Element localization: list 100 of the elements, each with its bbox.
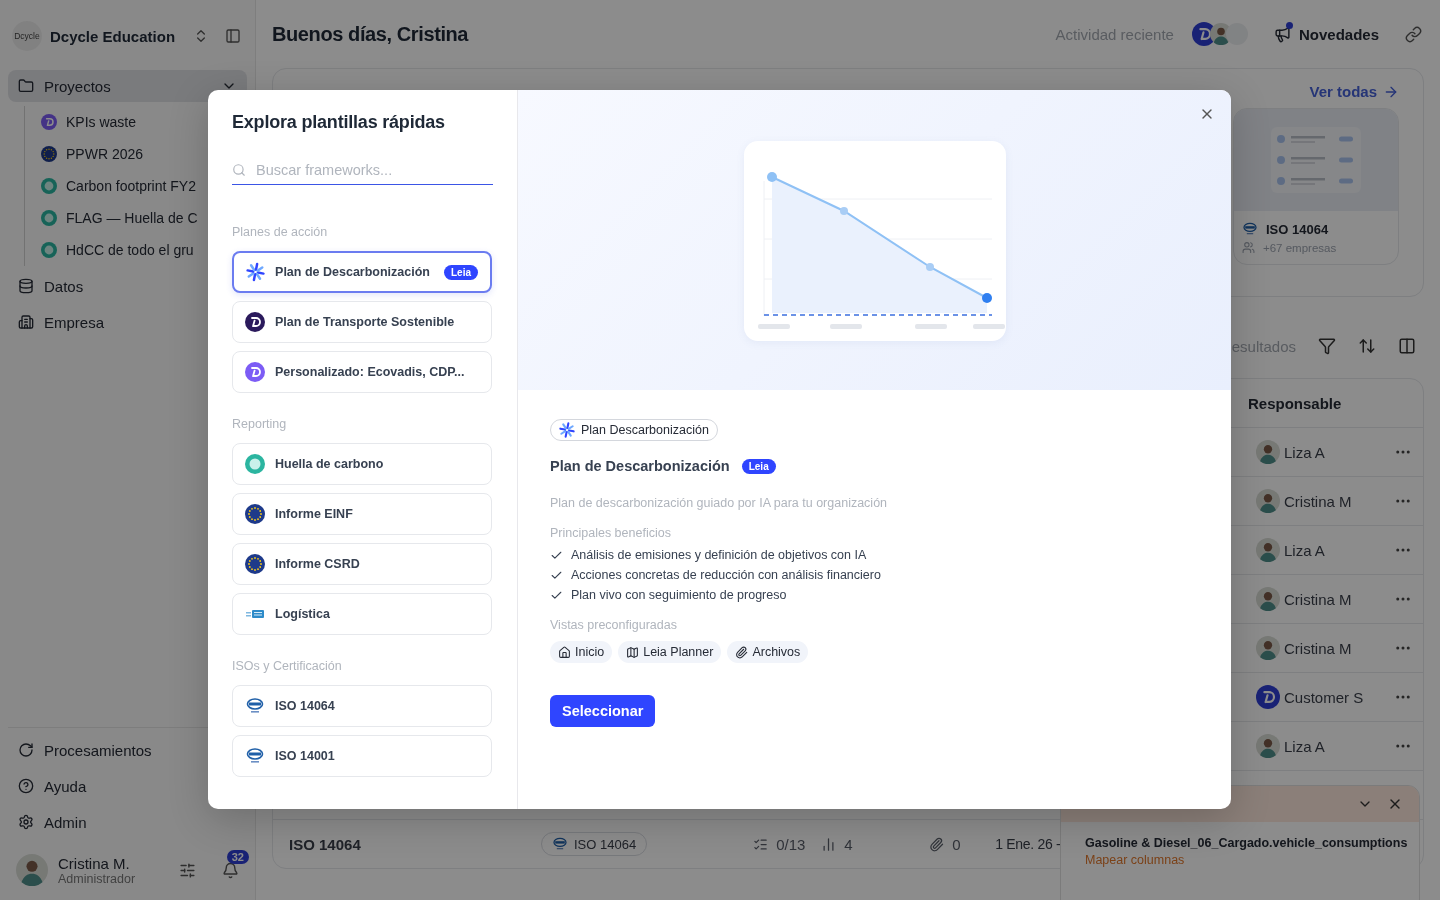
template-item[interactable]: Huella de carbono [232,443,492,485]
paperclip-icon [735,645,749,659]
owner-avatar [1256,538,1280,562]
iso-icon [245,696,265,716]
project-item[interactable]: FLAG — Huella de C [41,202,198,234]
date-cell: 1 Ene. 26 - [995,836,1061,852]
template-item[interactable]: Informe CSRD [232,543,492,585]
view-all-link[interactable]: Ver todas [1309,83,1399,100]
select-button[interactable]: Seleccionar [550,695,656,727]
sidebar-toggle-icon[interactable] [225,28,241,44]
owner-avatar [1256,636,1280,660]
template-description: Plan de descarbonización guiado por IA para tu organización [550,496,888,510]
columns-icon[interactable] [1398,337,1416,355]
column-header: Responsable [1248,394,1343,412]
owner-avatar [1256,440,1280,464]
axis-label-placeholder [914,324,947,329]
leia-badge: Leia [444,264,478,280]
owner-name: Liza A [1284,737,1325,755]
owner-name: Customer S [1284,688,1364,706]
template-item[interactable]: ISO 14001 [232,735,492,777]
ring-icon [41,178,57,194]
project-item[interactable]: PPWR 2026 [41,138,144,170]
project-item[interactable]: HdCC de todo el gru [41,234,194,266]
project-name: ISO 14064 [288,835,362,853]
template-item[interactable]: Informe EINF [232,493,492,535]
benefit-text: Acciones concretas de reducción con análisis financiero [571,568,881,582]
axis-label-placeholder [972,324,1005,329]
metrics-count: 4 [844,835,853,853]
attachments-count: 0 [952,835,961,853]
avatar [1225,23,1248,45]
template-item[interactable]: Personalizado: Ecovadis, CDP... [232,351,492,393]
logo-icon [41,114,57,130]
template-item[interactable]: Plan de Descarbonización Leia [232,251,492,293]
template-item[interactable]: ISO 14064 [232,685,492,727]
map-icon [626,645,640,659]
paperclip-icon [929,836,945,852]
view-chip: Leia Planner [618,641,722,663]
search-field[interactable]: Buscar frameworks... [256,155,493,185]
views-label: Vistas preconfiguradas [550,618,677,632]
owner-avatar [1256,489,1280,513]
view-chip: Inicio [550,641,613,663]
filter-icon[interactable] [1318,337,1336,355]
dialog-title: Explora plantillas rápidas [232,112,446,133]
template-item[interactable]: Plan de Transporte Sostenible [232,301,492,343]
search-icon [232,162,246,177]
section-label: Planes de acción [232,225,329,239]
benefits-label: Principales beneficios [550,526,671,540]
sparkle-icon [246,262,266,282]
flag-icon [41,146,57,162]
help-icon [18,778,34,794]
file-name: Gasoline & Diesel_06_Cargado.vehicle_consumptions [1085,836,1408,850]
owner-name: Cristina M [1284,639,1352,657]
owner-avatar [1256,587,1280,611]
user-role: Administrador [58,871,137,886]
project-item[interactable]: KPIs waste [41,106,137,138]
leia-badge: Leia [741,458,776,474]
sort-icon[interactable] [1358,337,1376,355]
data-point [766,172,777,182]
template-item[interactable]: Logística [232,593,492,635]
logo-icon [245,312,265,332]
nav-item[interactable]: Proyectos [8,70,247,102]
logo-icon [245,362,265,382]
link-icon[interactable] [1405,25,1422,43]
home-icon [558,645,571,659]
section-label: ISOs y Certificación [232,659,343,673]
data-point [925,263,934,271]
benefit-text: Plan vivo con seguimiento de progreso [571,588,787,602]
folder-icon [18,78,34,94]
owner-avatar [1256,734,1280,758]
owner-name: Cristina M [1284,590,1352,608]
database-icon [18,278,34,294]
iso-icon [245,746,265,766]
template-title: Plan de Descarbonización [550,458,730,474]
ring-icon [245,454,265,474]
ring-icon [41,242,57,258]
nav-item[interactable]: Admin [8,806,247,838]
axis-label-placeholder [757,324,790,329]
user-avatar [16,854,48,886]
users-icon [1242,241,1255,254]
owner-avatar [1256,685,1280,709]
page-title: Buenos días, Cristina [272,22,470,46]
notification-count: 32 [226,849,249,864]
news-button[interactable]: Novedades [1273,25,1379,43]
building-icon [18,314,34,330]
ring-icon [41,210,57,226]
tasks-count: 0/13 [776,835,806,853]
owner-name: Liza A [1284,443,1325,461]
iso-icon [1242,221,1258,237]
benefit-text: Análisis de emisiones y definición de objetivos con IA [571,548,867,562]
sliders-icon[interactable] [179,861,196,879]
project-item[interactable]: Carbon footprint FY2 [41,170,196,202]
logo: Dcycle [12,21,42,51]
user-name: Cristina M. [58,854,131,872]
view-chip: Archivos [727,641,809,663]
owner-name: Cristina M [1284,492,1352,510]
card-title: ISO 14064 [1266,221,1329,237]
flag-icon [245,554,265,574]
notifications-button[interactable] [222,861,239,879]
data-point [981,293,992,303]
chart-icon [821,836,837,852]
